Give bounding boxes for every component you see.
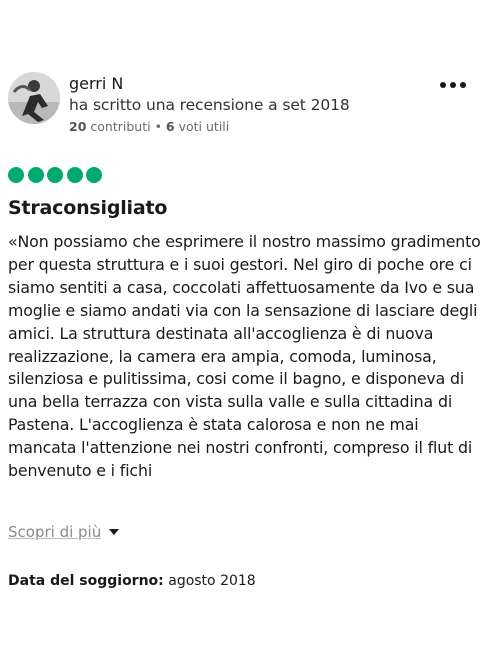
rating-bubbles [8, 167, 102, 183]
read-more-button[interactable]: Scopri di più [8, 523, 120, 541]
rating-bubble [47, 167, 63, 183]
stats-separator: • [154, 119, 162, 134]
rating-bubble [86, 167, 102, 183]
review-header: gerri N ha scritto una recensione a set … [8, 72, 478, 136]
stay-date-value: agosto 2018 [168, 573, 256, 589]
more-horizontal-icon[interactable] [440, 78, 466, 92]
username[interactable]: gerri N [69, 74, 350, 94]
user-info: gerri N ha scritto una recensione a set … [69, 74, 350, 136]
avatar[interactable] [8, 72, 60, 124]
helpful-votes-count: 6 [165, 119, 175, 134]
stay-date-label: Data del soggiorno: [8, 573, 164, 589]
rating-bubble [8, 167, 24, 183]
stay-date: Data del soggiorno: agosto 2018 [8, 573, 256, 589]
review-title[interactable]: Straconsigliato [8, 197, 167, 219]
user-stats: 20 contributi • 6 voti utili [69, 118, 350, 136]
read-more-label[interactable]: Scopri di più [8, 523, 101, 541]
rating-bubble [66, 167, 83, 183]
rating-bubble [27, 167, 44, 183]
contributions-count: 20 [69, 119, 87, 134]
review-date-text: ha scritto una recensione a set 2018 [69, 96, 350, 114]
helpful-votes-label: voti utili [178, 119, 230, 134]
contributions-label: contributi [90, 119, 151, 134]
chevron-down-icon[interactable] [109, 529, 120, 535]
review-body: «Non possiamo che esprimere il nostro ma… [8, 232, 481, 481]
